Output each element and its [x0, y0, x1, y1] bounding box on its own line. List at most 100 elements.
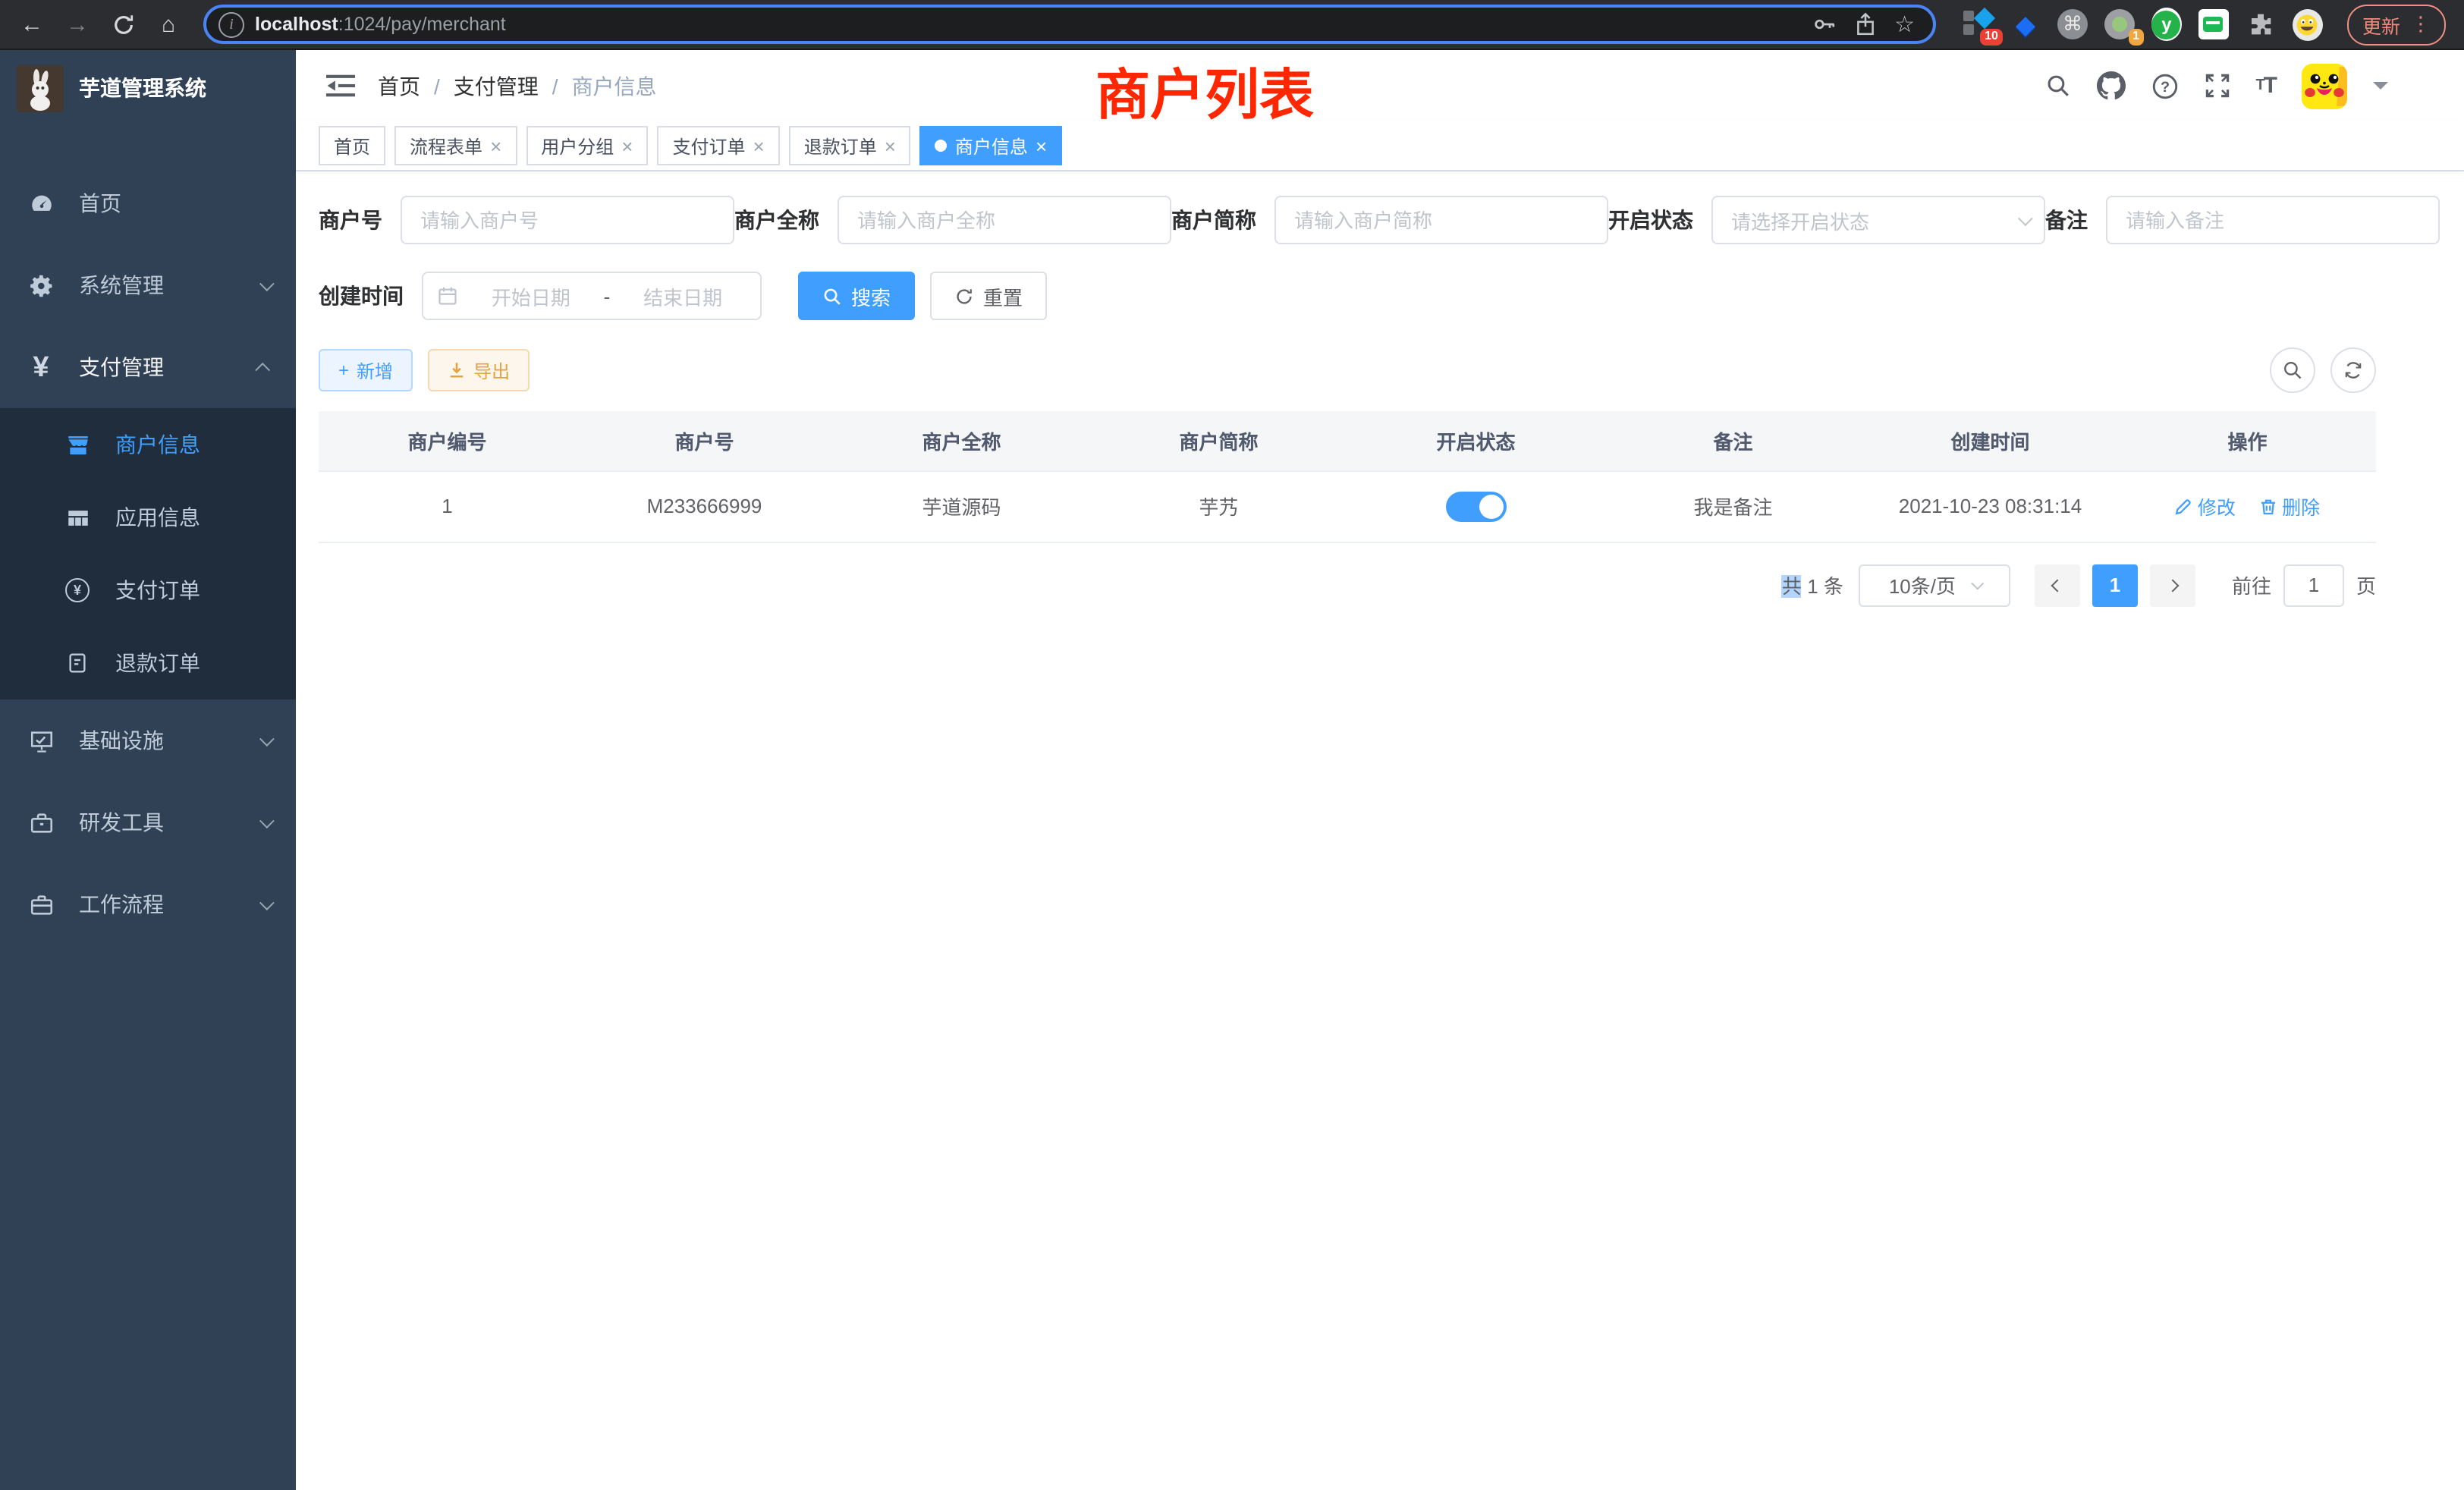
sidebar-item-home[interactable]: 首页	[0, 162, 296, 244]
fullscreen-icon[interactable]	[2204, 73, 2230, 99]
col-merchant-no: 商户号	[576, 411, 833, 470]
browser-menu-dots-icon[interactable]: ⋮	[2411, 12, 2431, 36]
table-header-row: 商户编号 商户号 商户全称 商户简称 开启状态 备注 创建时间 操作	[319, 411, 2376, 470]
search-icon	[822, 286, 842, 306]
browser-toolbar: ← → ⌂ i localhost :1024/pay/merchant ☆	[0, 0, 2464, 50]
create-time-range-picker[interactable]: 开始日期 - 结束日期	[422, 272, 762, 320]
avatar[interactable]	[2302, 63, 2347, 108]
chevron-up-icon	[255, 362, 270, 377]
password-key-icon[interactable]	[1811, 12, 1835, 36]
close-icon[interactable]: ×	[621, 136, 633, 156]
delete-button[interactable]: 删除	[2259, 492, 2320, 520]
breadcrumb-current: 商户信息	[572, 71, 657, 101]
svg-text:?: ?	[2160, 78, 2169, 95]
extensions-row: 10 ◆ ⌘ 1 y	[1951, 9, 2335, 39]
next-page-button[interactable]	[2150, 564, 2195, 606]
page-number-1[interactable]: 1	[2092, 564, 2138, 606]
tab-pay-order[interactable]: 支付订单×	[657, 126, 779, 165]
extension-recorder-icon[interactable]: 1	[2104, 9, 2135, 39]
sidebar-item-pay[interactable]: ¥ 支付管理	[0, 326, 296, 408]
table-toolbar: + 新增 导出	[319, 347, 2376, 393]
close-icon[interactable]: ×	[885, 136, 896, 156]
prev-page-button[interactable]	[2035, 564, 2080, 606]
reset-button[interactable]: 重置	[930, 272, 1047, 320]
profile-emoji-icon[interactable]	[2293, 9, 2323, 39]
sidebar-item-label: 基础设施	[79, 725, 164, 756]
sidebar-item-label: 系统管理	[79, 270, 164, 300]
home-icon[interactable]: ⌂	[149, 5, 188, 44]
chevron-down-icon	[259, 275, 275, 291]
col-short-name: 商户简称	[1090, 411, 1347, 470]
close-icon[interactable]: ×	[753, 136, 765, 156]
full-name-input[interactable]	[838, 196, 1171, 244]
short-name-input[interactable]	[1274, 196, 1608, 244]
add-button[interactable]: + 新增	[319, 349, 413, 391]
remark-input[interactable]	[2106, 196, 2440, 244]
url-host: localhost	[255, 14, 338, 35]
url-path: :1024/pay/merchant	[338, 14, 506, 35]
url-bar[interactable]: i localhost :1024/pay/merchant ☆	[203, 5, 1936, 44]
goto-page-input[interactable]	[2283, 564, 2344, 606]
font-size-icon[interactable]: TT	[2255, 73, 2276, 99]
github-icon[interactable]	[2096, 71, 2125, 100]
share-icon[interactable]	[1853, 12, 1876, 36]
reload-icon[interactable]	[103, 5, 143, 44]
tab-flow-form[interactable]: 流程表单×	[394, 126, 517, 165]
extension-chat-icon[interactable]	[2198, 9, 2229, 39]
sidebar-item-pay-order[interactable]: ¥ 支付订单	[0, 554, 296, 627]
sidebar-item-infra[interactable]: 基础设施	[0, 699, 296, 781]
filter-row-2: 创建时间 开始日期 - 结束日期 搜索 重置	[319, 272, 2376, 320]
tags-view-bar: 首页 流程表单× 用户分组× 支付订单× 退款订单× 商户信息×	[296, 121, 2464, 171]
forward-icon[interactable]: →	[58, 5, 97, 44]
edit-button[interactable]: 修改	[2175, 492, 2236, 520]
site-info-icon[interactable]: i	[218, 11, 244, 37]
app-logo[interactable]: 芋道管理系统	[0, 50, 296, 126]
toggle-search-button[interactable]	[2270, 347, 2315, 393]
tab-merchant-info[interactable]: 商户信息×	[920, 126, 1062, 165]
sidebar-item-workflow[interactable]: 工作流程	[0, 863, 296, 945]
avatar-caret-icon[interactable]	[2373, 82, 2388, 97]
breadcrumb-home[interactable]: 首页	[378, 71, 420, 101]
trash-icon	[2259, 497, 2277, 515]
cell-merchant-no: M233666999	[576, 470, 833, 542]
sidebar-item-system[interactable]: 系统管理	[0, 244, 296, 326]
goto-label: 前往	[2232, 571, 2271, 599]
help-icon[interactable]: ?	[2151, 72, 2178, 99]
status-select[interactable]: 请选择开启状态	[1711, 196, 2045, 244]
extension-command-icon[interactable]: ⌘	[2057, 9, 2088, 39]
sidebar-item-devtools[interactable]: 研发工具	[0, 781, 296, 863]
export-button[interactable]: 导出	[428, 349, 530, 391]
browser-update-menu[interactable]: 更新 ⋮	[2347, 4, 2446, 45]
bookmark-star-icon[interactable]: ☆	[1894, 11, 1915, 38]
refresh-table-button[interactable]	[2330, 347, 2376, 393]
col-full-name: 商户全称	[833, 411, 1090, 470]
briefcase-icon	[26, 891, 56, 917]
status-toggle[interactable]	[1446, 491, 1507, 521]
cell-merchant-id: 1	[319, 470, 576, 542]
close-icon[interactable]: ×	[1036, 136, 1047, 156]
tab-home[interactable]: 首页	[319, 126, 385, 165]
page-size-select[interactable]: 10条/页	[1859, 564, 2010, 606]
extensions-puzzle-icon[interactable]	[2246, 9, 2276, 39]
logo-rabbit-image	[17, 64, 64, 112]
sidebar-collapse-icon[interactable]	[314, 60, 366, 112]
extension-kite-icon[interactable]: ◆	[2010, 9, 2041, 39]
sidebar-item-app-info[interactable]: 应用信息	[0, 481, 296, 554]
col-create-time: 创建时间	[1862, 411, 2119, 470]
tab-user-group[interactable]: 用户分组×	[526, 126, 648, 165]
refresh-icon	[2343, 360, 2364, 381]
merchant-no-input[interactable]	[401, 196, 734, 244]
extension-y-icon[interactable]: y	[2151, 9, 2182, 39]
search-button[interactable]: 搜索	[798, 272, 915, 320]
back-icon[interactable]: ←	[12, 5, 52, 44]
chevron-down-icon	[259, 894, 275, 910]
sidebar-item-label: 首页	[79, 188, 121, 218]
sidebar-item-merchant[interactable]: 商户信息	[0, 408, 296, 481]
breadcrumb-pay[interactable]: 支付管理	[454, 71, 539, 101]
sidebar-item-refund-order[interactable]: 退款订单	[0, 627, 296, 699]
tab-refund-order[interactable]: 退款订单×	[789, 126, 911, 165]
close-icon[interactable]: ×	[490, 136, 501, 156]
extension-devtools-icon[interactable]: 10	[1963, 9, 1994, 39]
header-search-icon[interactable]	[2044, 73, 2070, 99]
breadcrumb-separator: /	[434, 74, 440, 98]
